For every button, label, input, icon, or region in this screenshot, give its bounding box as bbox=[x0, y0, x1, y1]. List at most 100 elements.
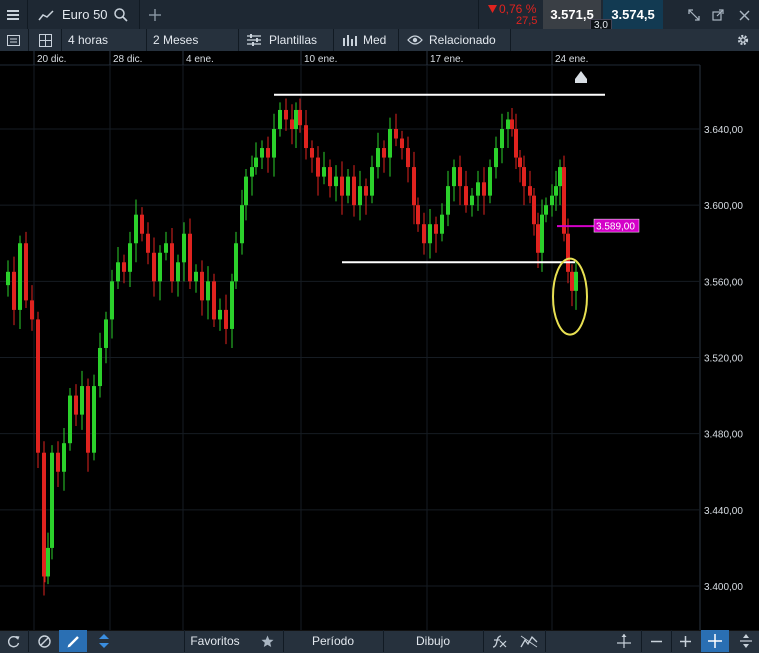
line-chart-icon[interactable] bbox=[36, 6, 56, 24]
candle-body bbox=[482, 182, 486, 196]
candle-body bbox=[528, 186, 532, 196]
crosshair-move-icon[interactable] bbox=[615, 633, 633, 649]
candle-body bbox=[388, 129, 392, 158]
candle-body bbox=[470, 195, 474, 206]
sell-price: 3.571,5 bbox=[550, 7, 594, 22]
interval-label: 4 horas bbox=[68, 33, 109, 47]
candle-body bbox=[304, 125, 308, 149]
x-tick-label: 4 ene. bbox=[186, 54, 214, 65]
candle-body bbox=[464, 186, 468, 206]
instrument-name[interactable]: Euro 50 bbox=[62, 7, 108, 22]
y-tick-label: 3.600,00 bbox=[704, 201, 743, 212]
gear-icon[interactable] bbox=[734, 31, 752, 49]
related-button[interactable]: Relacionado bbox=[429, 29, 496, 51]
candle-body bbox=[92, 386, 96, 453]
candle-body bbox=[30, 300, 34, 320]
candle-body bbox=[146, 233, 150, 253]
y-tick-label: 3.440,00 bbox=[704, 506, 743, 517]
indicator-icon bbox=[341, 32, 359, 48]
indicator-button[interactable]: Med bbox=[363, 29, 386, 51]
range-selector[interactable]: 2 Meses bbox=[153, 29, 198, 51]
price-marker-label: 3.589,00 bbox=[596, 222, 635, 233]
favorites-label: Favoritos bbox=[190, 634, 240, 648]
candle-body bbox=[266, 148, 270, 158]
zoom-out-icon[interactable] bbox=[648, 633, 664, 649]
x-tick-label: 17 ene. bbox=[430, 54, 463, 65]
templates-button[interactable]: Plantillas bbox=[269, 29, 317, 51]
zoom-in-icon[interactable] bbox=[677, 633, 693, 649]
plus-icon[interactable] bbox=[145, 5, 165, 25]
candle-body bbox=[334, 176, 338, 187]
chart-settings-panel-icon[interactable] bbox=[5, 32, 21, 48]
candle-body bbox=[346, 176, 350, 196]
candle-body bbox=[12, 271, 16, 310]
range-label: 2 Meses bbox=[153, 33, 199, 47]
candle-body bbox=[376, 148, 380, 168]
star-icon[interactable] bbox=[259, 633, 275, 649]
drawing-button[interactable]: Dibujo bbox=[385, 630, 481, 652]
candle-body bbox=[272, 129, 276, 158]
close-icon[interactable] bbox=[735, 6, 753, 24]
x-tick-label: 20 dic. bbox=[37, 54, 66, 65]
candle-body bbox=[476, 182, 480, 196]
candle-body bbox=[206, 281, 210, 301]
candle-body bbox=[352, 176, 356, 206]
crosshair-icon[interactable] bbox=[701, 630, 729, 652]
candle-body bbox=[176, 262, 180, 282]
y-tick-label: 3.520,00 bbox=[704, 354, 743, 365]
candle-body bbox=[170, 243, 174, 282]
candle-body bbox=[194, 271, 198, 282]
candle-body bbox=[98, 347, 102, 387]
indicator-label: Med bbox=[363, 33, 387, 47]
candle-body bbox=[522, 167, 526, 187]
candle-body bbox=[452, 167, 456, 187]
candle-body bbox=[140, 214, 144, 234]
price-chart[interactable]: 20 dic. 28 dic. 4 ene. 10 ene. 17 ene. 24 ene… bbox=[0, 51, 759, 630]
candle-body bbox=[104, 319, 108, 348]
candle-body bbox=[36, 319, 40, 453]
candle-body bbox=[250, 167, 254, 177]
buy-price-button[interactable]: 3.574,5 bbox=[603, 0, 663, 29]
candle-body bbox=[510, 119, 514, 129]
candle-body bbox=[152, 252, 156, 282]
sort-arrows-icon[interactable] bbox=[92, 630, 116, 652]
trend-tool-icon[interactable] bbox=[518, 632, 540, 650]
candle-body bbox=[200, 271, 204, 301]
candle-body bbox=[382, 148, 386, 158]
candle-body bbox=[260, 148, 264, 158]
candle-body bbox=[68, 395, 72, 444]
search-icon[interactable] bbox=[111, 5, 131, 25]
refresh-icon[interactable] bbox=[4, 633, 22, 649]
fx-icon[interactable] bbox=[489, 632, 509, 650]
candle-body bbox=[316, 157, 320, 177]
candle-body bbox=[254, 157, 258, 168]
house-marker-icon[interactable] bbox=[575, 71, 587, 79]
candle-body bbox=[554, 186, 558, 196]
candle-body bbox=[188, 233, 192, 282]
candle-body bbox=[294, 109, 298, 129]
pencil-icon[interactable] bbox=[59, 630, 87, 652]
y-tick-label: 3.480,00 bbox=[704, 430, 743, 441]
candle-body bbox=[230, 281, 234, 329]
candle-body bbox=[284, 109, 288, 120]
x-tick-label: 24 ene. bbox=[555, 54, 588, 65]
candle-body bbox=[234, 243, 238, 282]
candle-body bbox=[494, 148, 498, 168]
expand-icon[interactable] bbox=[685, 6, 703, 24]
no-symbol-icon[interactable] bbox=[35, 633, 53, 649]
candle-body bbox=[562, 167, 566, 234]
candle-body bbox=[134, 214, 138, 244]
candle-body bbox=[74, 395, 78, 415]
favorites-button[interactable]: Favoritos bbox=[186, 630, 244, 652]
layout-grid-icon[interactable] bbox=[37, 32, 53, 48]
y-tick-label: 3.400,00 bbox=[704, 582, 743, 593]
hamburger-icon[interactable] bbox=[2, 4, 24, 26]
candle-body bbox=[278, 109, 282, 129]
candle-body bbox=[558, 167, 562, 187]
popout-icon[interactable] bbox=[709, 6, 727, 24]
interval-selector[interactable]: 4 horas bbox=[68, 29, 108, 51]
vertical-resize-icon[interactable] bbox=[737, 632, 755, 650]
candle-body bbox=[322, 167, 326, 177]
period-button[interactable]: Período bbox=[285, 630, 381, 652]
candle-body bbox=[50, 452, 54, 548]
